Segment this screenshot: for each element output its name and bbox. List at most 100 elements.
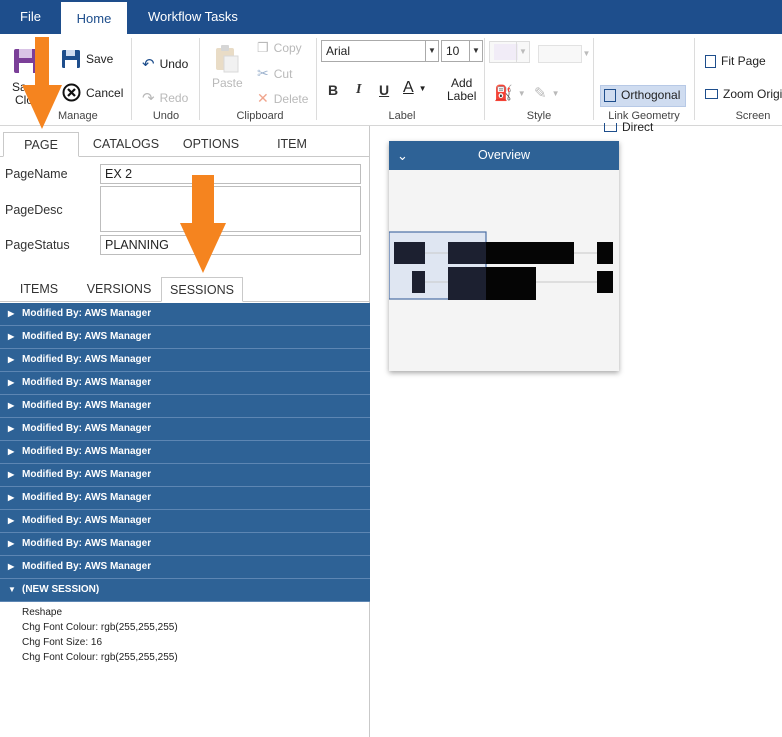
- tab-sessions[interactable]: SESSIONS: [161, 277, 243, 302]
- new-session-row[interactable]: ▼ (NEW SESSION): [0, 579, 370, 602]
- italic-button[interactable]: I: [356, 82, 361, 98]
- caret-right-icon: ▶: [8, 332, 15, 341]
- tab-versions[interactable]: VERSIONS: [80, 277, 158, 302]
- page-desc-label: PageDesc: [5, 203, 63, 217]
- session-row[interactable]: ▶ Modified By: AWS Manager: [0, 533, 370, 556]
- chevron-down-icon: ▼: [469, 41, 482, 61]
- session-detail-item: Chg Font Colour: rgb(255,255,255): [22, 652, 178, 663]
- chevron-down-icon: ▼: [582, 49, 591, 58]
- orthogonal-label: Orthogonal: [621, 88, 681, 102]
- undo-label: Undo: [159, 57, 189, 71]
- session-row[interactable]: ▶ Modified By: AWS Manager: [0, 510, 370, 533]
- fit-page-button[interactable]: Fit Page: [705, 54, 766, 68]
- save-label: Save: [86, 52, 114, 66]
- paint-bucket-icon: ⛽: [494, 85, 513, 102]
- chevron-down-icon: ▼: [551, 88, 560, 98]
- line-style-select[interactable]: ▼: [538, 45, 590, 63]
- font-size-select[interactable]: 10 ▼: [441, 40, 483, 62]
- copy-label: Copy: [273, 41, 302, 55]
- overview-header[interactable]: ⌄ Overview: [389, 141, 619, 170]
- caret-down-icon: ▼: [8, 585, 16, 594]
- diagram-node: [448, 242, 486, 264]
- group-divider: [316, 38, 317, 120]
- font-colour-button[interactable]: A ▼: [403, 79, 427, 97]
- tab-options[interactable]: OPTIONS: [176, 132, 246, 157]
- cut-button[interactable]: ✂ Cut: [257, 65, 292, 82]
- menu-bar: File Home Workflow Tasks: [0, 0, 782, 34]
- overview-thumbnail[interactable]: [389, 170, 619, 371]
- session-row[interactable]: ▶ Modified By: AWS Manager: [0, 349, 370, 372]
- caret-right-icon: ▶: [8, 355, 15, 364]
- panel-tabs: PAGE CATALOGS OPTIONS ITEM: [0, 132, 370, 157]
- add-label-line2: Label: [447, 89, 477, 103]
- fill-swatch: [494, 44, 518, 60]
- caret-right-icon: ▶: [8, 493, 15, 502]
- menu-file[interactable]: File: [20, 0, 41, 34]
- fit-page-icon: [705, 54, 716, 68]
- caret-right-icon: ▶: [8, 424, 15, 433]
- direct-button[interactable]: Direct: [604, 120, 653, 134]
- tab-items[interactable]: ITEMS: [6, 277, 72, 302]
- page-name-field[interactable]: EX 2: [100, 164, 361, 184]
- bold-button[interactable]: B: [328, 82, 338, 98]
- session-details: Reshape Chg Font Colour: rgb(255,255,255…: [0, 602, 370, 665]
- cancel-icon: [62, 83, 81, 102]
- session-row[interactable]: ▶ Modified By: AWS Manager: [0, 418, 370, 441]
- font-family-select[interactable]: Arial ▼: [321, 40, 439, 62]
- session-row[interactable]: ▶ Modified By: AWS Manager: [0, 441, 370, 464]
- line-colour-button[interactable]: ✎ ▼: [534, 84, 560, 102]
- redo-label: Redo: [159, 91, 189, 105]
- session-detail-item: Reshape: [22, 607, 63, 618]
- chevron-down-icon[interactable]: ⌄: [397, 141, 408, 170]
- session-row[interactable]: ▶ Modified By: AWS Manager: [0, 487, 370, 510]
- page-name-label: PageName: [5, 167, 68, 181]
- session-label: Modified By: AWS Manager: [22, 377, 152, 388]
- group-divider: [131, 38, 132, 120]
- tab-item[interactable]: ITEM: [262, 132, 322, 157]
- copy-button[interactable]: ❐ Copy: [257, 40, 302, 56]
- cancel-label: Cancel: [86, 85, 124, 100]
- session-row[interactable]: ▶ Modified By: AWS Manager: [0, 395, 370, 418]
- delete-label: Delete: [273, 91, 309, 106]
- redo-button[interactable]: ↷ Redo: [142, 89, 188, 107]
- pen-icon: ✎: [534, 85, 547, 102]
- chevron-down-icon: ▼: [425, 41, 438, 61]
- tab-page[interactable]: PAGE: [3, 132, 79, 157]
- session-row[interactable]: ▶ Modified By: AWS Manager: [0, 464, 370, 487]
- label-group-label: Label: [388, 110, 416, 122]
- fill-button[interactable]: ⛽ ▼: [494, 84, 526, 102]
- menu-home[interactable]: Home: [61, 0, 127, 34]
- ribbon: Sa Clo Save Cancel Manage ↶ Undo ↷ Redo …: [0, 34, 782, 134]
- page-desc-field[interactable]: [100, 186, 361, 232]
- page-status-label: PageStatus: [5, 238, 70, 252]
- orthogonal-button[interactable]: Orthogonal: [604, 88, 680, 102]
- delete-button[interactable]: ✕ Delete: [257, 90, 308, 107]
- session-detail-item: Chg Font Colour: rgb(255,255,255): [22, 622, 178, 633]
- group-divider: [593, 38, 594, 120]
- page-status-field[interactable]: PLANNING: [100, 235, 361, 255]
- save-button[interactable]: Save: [61, 49, 113, 69]
- menu-workflow-tasks[interactable]: Workflow Tasks: [148, 0, 238, 34]
- session-label: Modified By: AWS Manager: [22, 308, 152, 319]
- session-row[interactable]: ▶ Modified By: AWS Manager: [0, 372, 370, 395]
- diagram-node: [394, 242, 425, 264]
- redo-icon: ↷: [142, 90, 155, 107]
- cancel-button[interactable]: Cancel: [62, 83, 123, 102]
- session-row[interactable]: ▶ Modified By: AWS Manager: [0, 556, 370, 579]
- caret-right-icon: ▶: [8, 539, 15, 548]
- session-label: Modified By: AWS Manager: [22, 331, 152, 342]
- undo-button[interactable]: ↶ Undo: [142, 55, 188, 73]
- session-row[interactable]: ▶ Modified By: AWS Manager: [0, 303, 370, 326]
- session-label: Modified By: AWS Manager: [22, 492, 152, 503]
- font-size-value: 10: [446, 44, 460, 58]
- underline-button[interactable]: U: [379, 82, 389, 98]
- tab-catalogs[interactable]: CATALOGS: [87, 132, 165, 157]
- add-label-button[interactable]: Add Label: [447, 77, 476, 103]
- zoom-origin-button[interactable]: Zoom Origi: [705, 87, 782, 101]
- session-row[interactable]: ▶ Modified By: AWS Manager: [0, 326, 370, 349]
- overview-panel: ⌄ Overview: [389, 141, 619, 371]
- new-session-label: (NEW SESSION): [22, 584, 100, 595]
- fill-colour-select[interactable]: ▼: [489, 41, 530, 63]
- paste-button[interactable]: Paste: [212, 44, 243, 90]
- paste-label: Paste: [212, 76, 243, 90]
